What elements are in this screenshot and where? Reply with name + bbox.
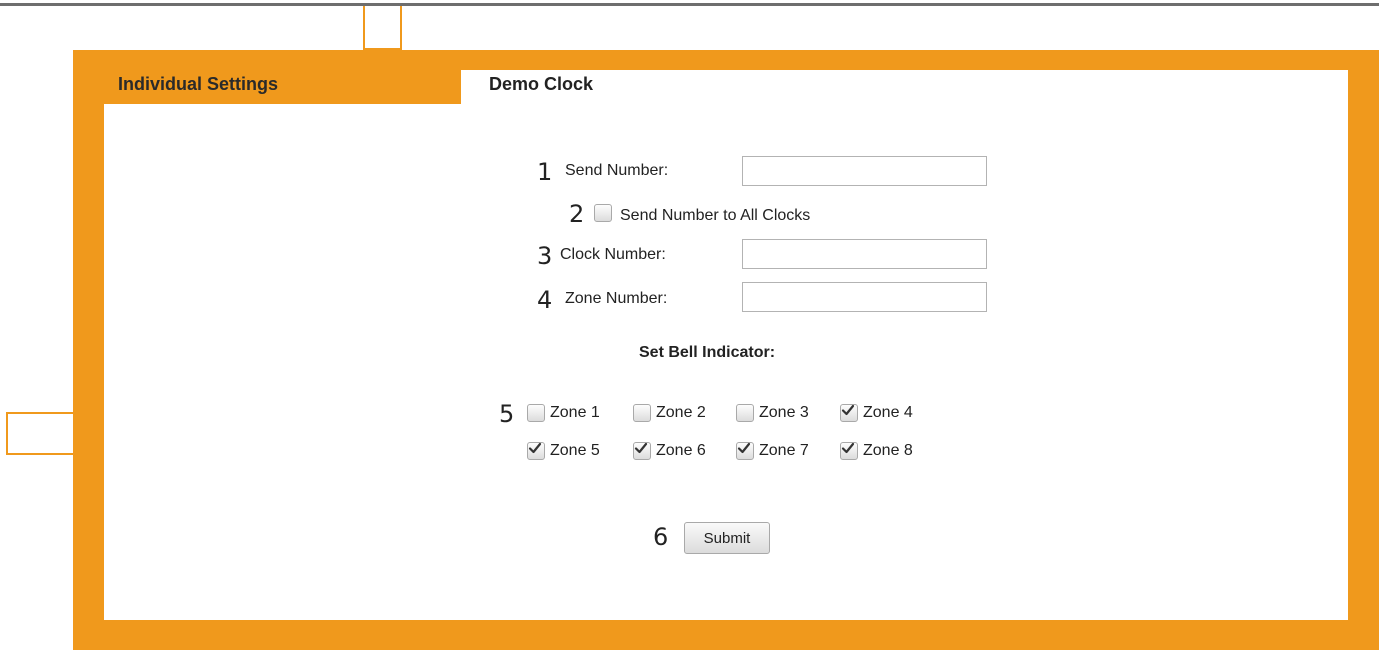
zone-7-option[interactable]: Zone 7 bbox=[736, 440, 809, 462]
marker-6: 6 bbox=[653, 523, 669, 551]
send-number-label: Send Number: bbox=[565, 162, 669, 179]
settings-panel: Demo Clock 1 Send Number: 2 Send Number … bbox=[73, 50, 1379, 650]
zone-number-input[interactable] bbox=[742, 282, 987, 312]
zone-7-checkbox[interactable] bbox=[736, 442, 754, 460]
checkmark-icon bbox=[841, 442, 855, 454]
individual-settings-tab: Individual Settings bbox=[118, 74, 279, 94]
zone-5-option[interactable]: Zone 5 bbox=[527, 440, 600, 462]
top-divider bbox=[0, 3, 1379, 6]
submit-button[interactable]: Submit bbox=[684, 522, 770, 554]
zone-2-option[interactable]: Zone 2 bbox=[633, 402, 706, 424]
zone-1-checkbox[interactable] bbox=[527, 404, 545, 422]
zone-8-label: Zone 8 bbox=[863, 442, 913, 459]
zone-number-label: Zone Number: bbox=[565, 290, 668, 307]
zone-5-label: Zone 5 bbox=[550, 442, 600, 459]
checkmark-icon bbox=[634, 442, 648, 454]
zone-4-label: Zone 4 bbox=[863, 404, 913, 421]
marker-2: 2 bbox=[569, 200, 585, 228]
content-area: Demo Clock 1 Send Number: 2 Send Number … bbox=[104, 70, 1348, 620]
zone-2-checkbox[interactable] bbox=[633, 404, 651, 422]
zone-6-checkbox[interactable] bbox=[633, 442, 651, 460]
zone-8-checkbox[interactable] bbox=[840, 442, 858, 460]
zone-4-option[interactable]: Zone 4 bbox=[840, 402, 913, 424]
zone-6-label: Zone 6 bbox=[656, 442, 706, 459]
clock-title: Demo Clock bbox=[489, 74, 594, 94]
zone-6-option[interactable]: Zone 6 bbox=[633, 440, 706, 462]
clock-number-input[interactable] bbox=[742, 239, 987, 269]
marker-5: 5 bbox=[499, 400, 515, 428]
zone-5-checkbox[interactable] bbox=[527, 442, 545, 460]
clock-number-label: Clock Number: bbox=[560, 246, 666, 263]
bell-indicator-title: Set Bell Indicator: bbox=[639, 344, 776, 361]
checkmark-icon bbox=[528, 442, 542, 454]
zone-3-checkbox[interactable] bbox=[736, 404, 754, 422]
zone-2-label: Zone 2 bbox=[656, 404, 706, 421]
zone-3-option[interactable]: Zone 3 bbox=[736, 402, 809, 424]
zone-3-label: Zone 3 bbox=[759, 404, 809, 421]
zone-8-option[interactable]: Zone 8 bbox=[840, 440, 913, 462]
callout-bracket-top bbox=[363, 6, 402, 50]
zone-7-label: Zone 7 bbox=[759, 442, 809, 459]
zone-1-option[interactable]: Zone 1 bbox=[527, 402, 600, 424]
send-all-checkbox[interactable] bbox=[594, 204, 612, 222]
checkmark-icon bbox=[737, 442, 751, 454]
zone-1-label: Zone 1 bbox=[550, 404, 600, 421]
send-number-input[interactable] bbox=[742, 156, 987, 186]
zone-4-checkbox[interactable] bbox=[840, 404, 858, 422]
callout-bracket-left bbox=[6, 412, 74, 455]
marker-3: 3 bbox=[537, 242, 553, 270]
marker-4: 4 bbox=[537, 286, 553, 314]
send-all-label: Send Number to All Clocks bbox=[620, 207, 811, 224]
checkmark-icon bbox=[841, 404, 855, 416]
marker-1: 1 bbox=[537, 158, 553, 186]
